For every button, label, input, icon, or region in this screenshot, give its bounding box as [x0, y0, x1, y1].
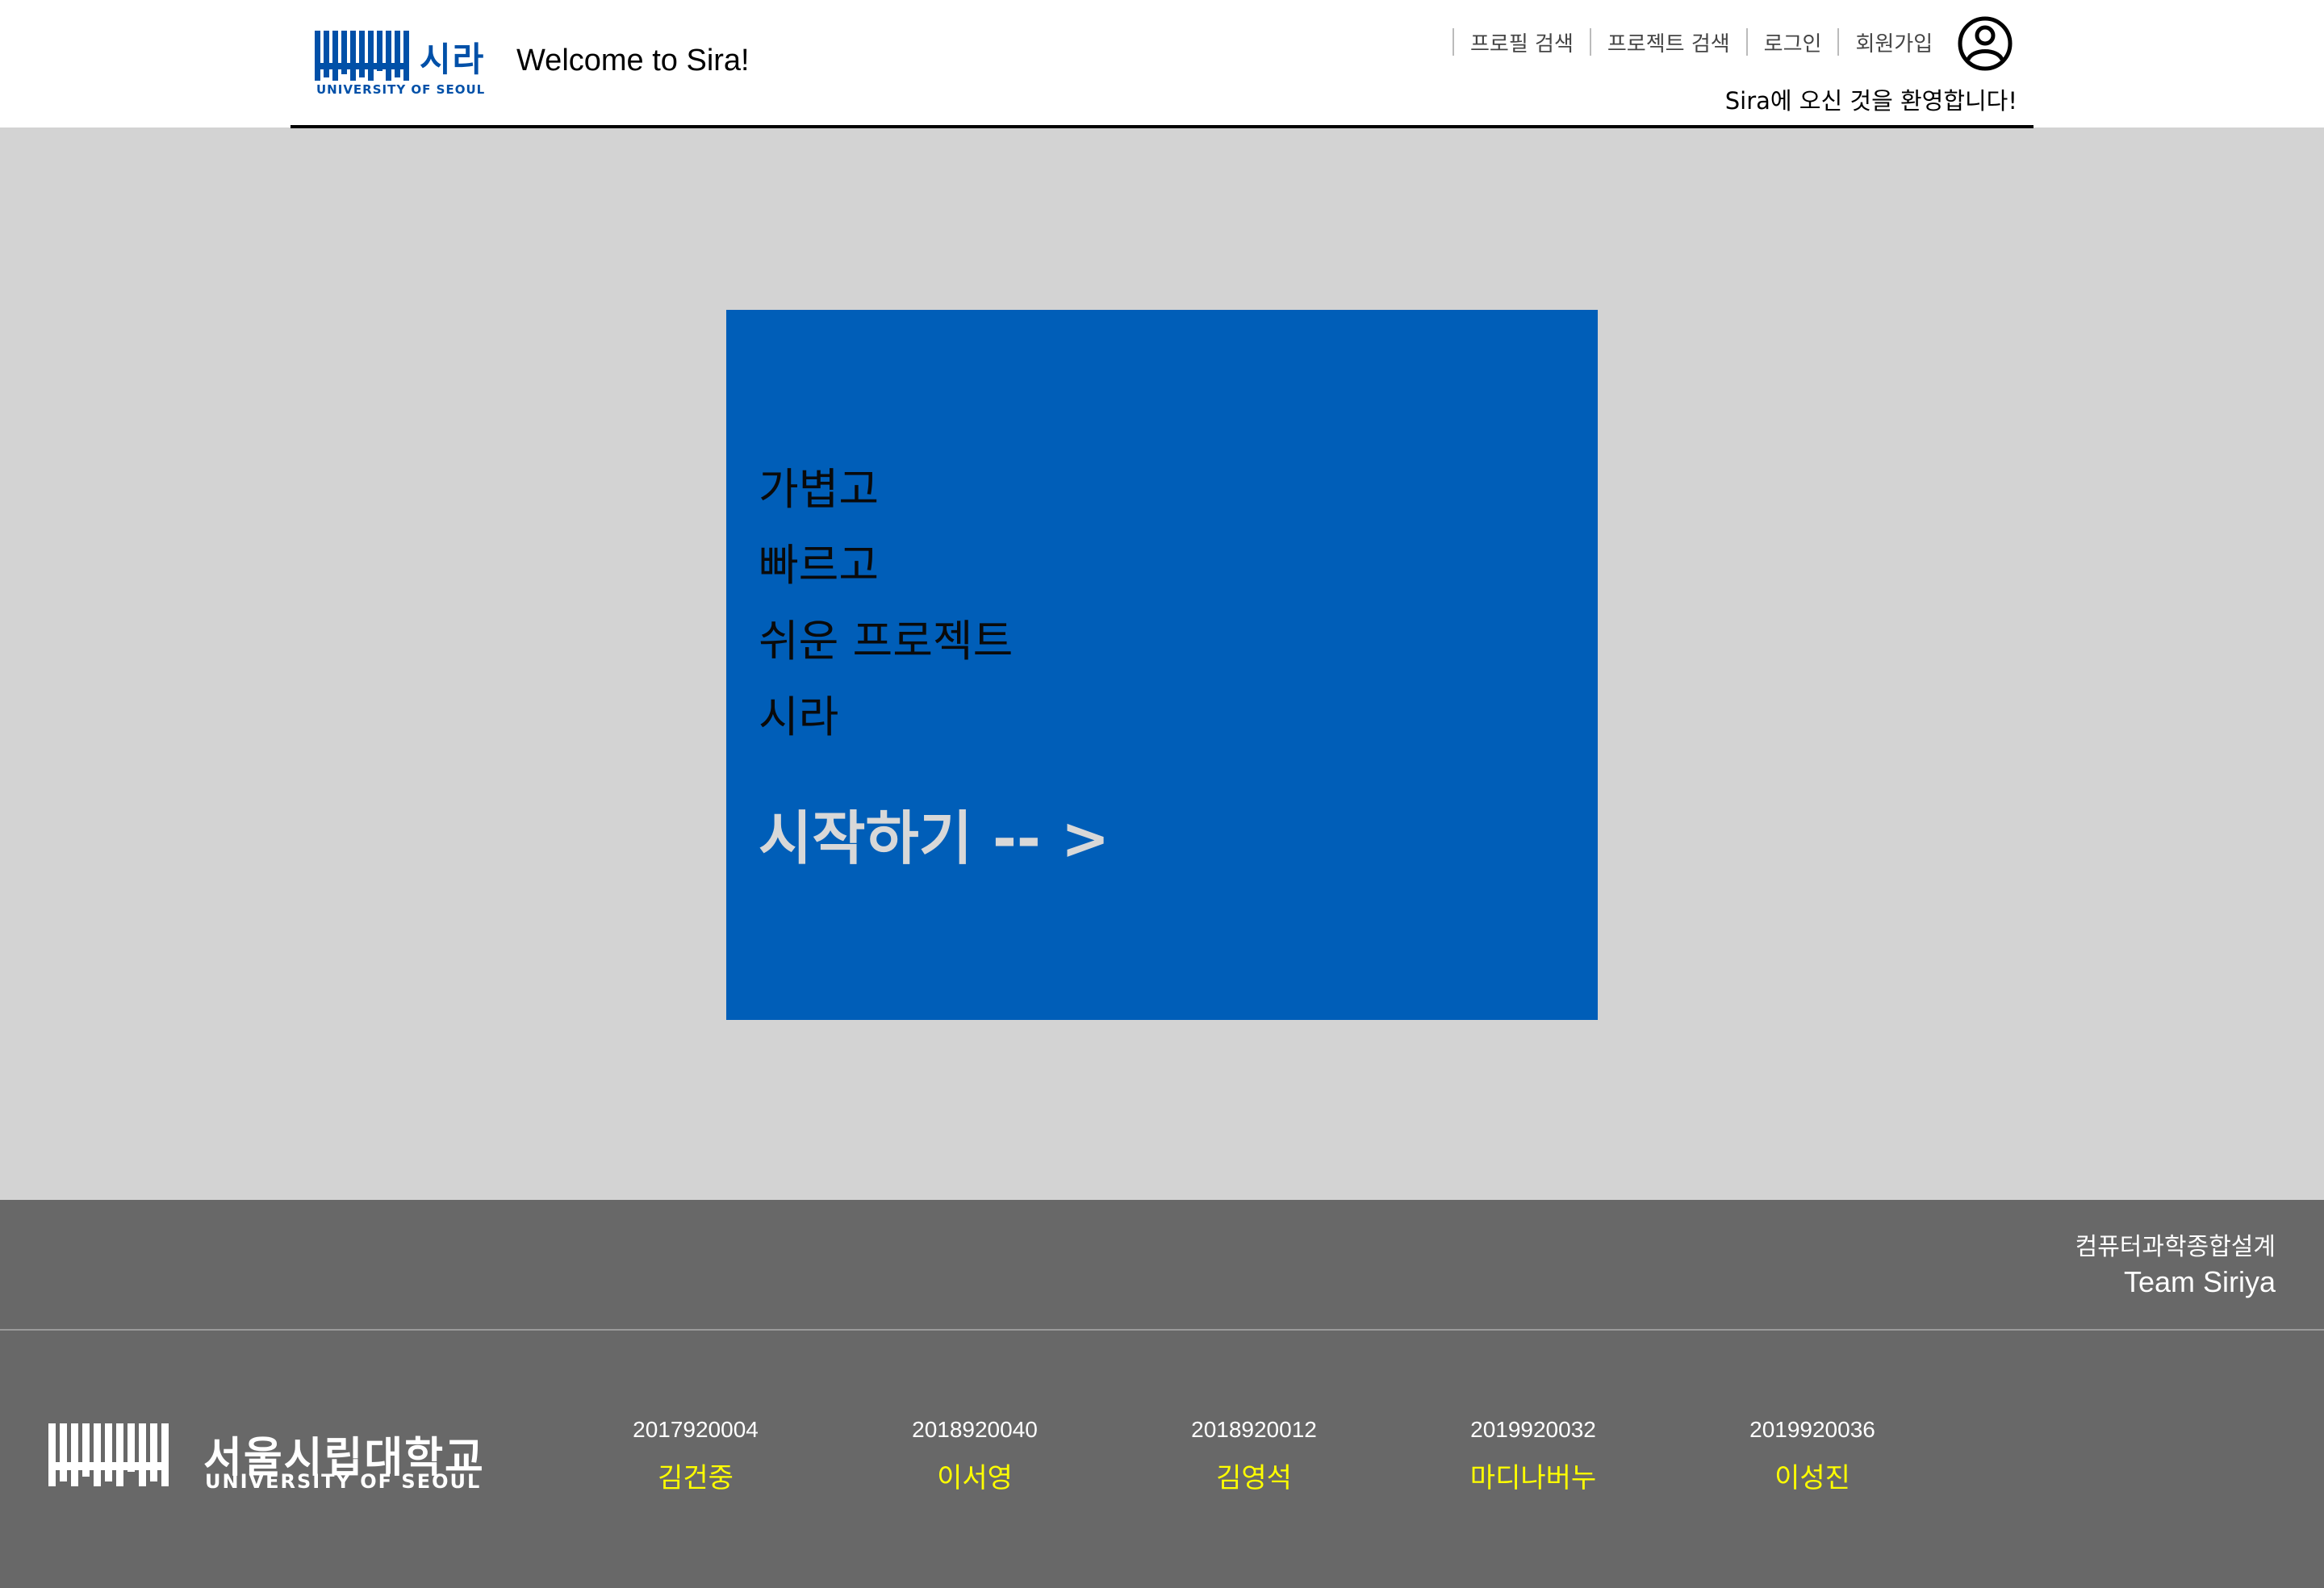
user-circle-icon[interactable] [1956, 15, 2014, 73]
university-logo: 서울시립대학교 UNIVERSITY OF SEOUL [48, 1423, 484, 1496]
nav-project-search-label[interactable]: 프로젝트 검색 [1607, 27, 1730, 57]
member-id: 2017920004 [633, 1417, 759, 1442]
hero-line-4: 시라 [759, 692, 839, 742]
team-member: 2019920032 마디나버누 [1436, 1417, 1630, 1495]
uos-bars-logo-icon [315, 31, 409, 81]
nav-login-label[interactable]: 로그인 [1764, 27, 1822, 57]
header-divider [290, 125, 2034, 128]
member-name: 이서영 [937, 1462, 1013, 1494]
nav-separator [1589, 28, 1591, 56]
sira-logo[interactable]: 시라 UNIVERSITY OF SEOUL [315, 29, 492, 100]
member-name: 김영석 [1216, 1462, 1292, 1494]
course-name: 컴퓨터과학종합설계 [2075, 1233, 2276, 1261]
logo-english-text: UNIVERSITY OF SEOUL [316, 82, 486, 97]
nav-separator [1745, 28, 1748, 56]
header: 시라 UNIVERSITY OF SEOUL Welcome to Sira! … [0, 0, 2324, 127]
team-name: Team Siriya [2123, 1265, 2276, 1298]
member-id: 2018920040 [912, 1417, 1038, 1442]
start-button[interactable]: 시작하기 -- > [759, 791, 1110, 875]
nav-signup-label[interactable]: 회원가입 [1855, 27, 1933, 57]
member-id: 2019920036 [1749, 1417, 1875, 1442]
top-nav: 프로필 검색 프로젝트 검색 로그인 회원가입 [1452, 26, 1949, 58]
nav-login[interactable]: 로그인 [1745, 27, 1838, 57]
hero-panel: 가볍고 빠르고 쉬운 프로젝트 시라 시작하기 -- > [726, 310, 1598, 1020]
member-id: 2019920032 [1470, 1417, 1596, 1442]
member-name: 김건중 [658, 1462, 734, 1494]
team-member: 2017920004 김건중 [599, 1417, 792, 1495]
page: 시라 UNIVERSITY OF SEOUL Welcome to Sira! … [0, 0, 2324, 1588]
team-member: 2018920040 이서영 [878, 1417, 1072, 1495]
member-id: 2018920012 [1191, 1417, 1317, 1442]
member-name: 이성진 [1774, 1462, 1850, 1494]
nav-project-search[interactable]: 프로젝트 검색 [1589, 27, 1746, 57]
nav-profile-search[interactable]: 프로필 검색 [1452, 27, 1590, 57]
team-member: 2018920012 김영석 [1157, 1417, 1351, 1495]
nav-separator [1452, 28, 1454, 56]
nav-separator [1837, 28, 1840, 56]
team-member: 2019920036 이성진 [1716, 1417, 1909, 1495]
hero-line-1: 가볍고 [759, 464, 880, 515]
university-english-name: UNIVERSITY OF SEOUL [205, 1470, 482, 1493]
member-name: 마디나버누 [1469, 1462, 1597, 1494]
logo-korean-text: 시라 [420, 40, 486, 79]
footer-top [0, 1200, 2324, 1329]
welcome-subtitle: Sira에 오신 것을 환영합니다! [1724, 87, 2017, 115]
uos-bars-logo-icon [48, 1423, 169, 1486]
nav-signup[interactable]: 회원가입 [1837, 27, 1949, 57]
nav-profile-search-label[interactable]: 프로필 검색 [1470, 27, 1574, 57]
hero-line-3: 쉬운 프로젝트 [759, 616, 1014, 667]
welcome-title: Welcome to Sira! [516, 44, 750, 77]
hero-line-2: 빠르고 [759, 540, 880, 591]
